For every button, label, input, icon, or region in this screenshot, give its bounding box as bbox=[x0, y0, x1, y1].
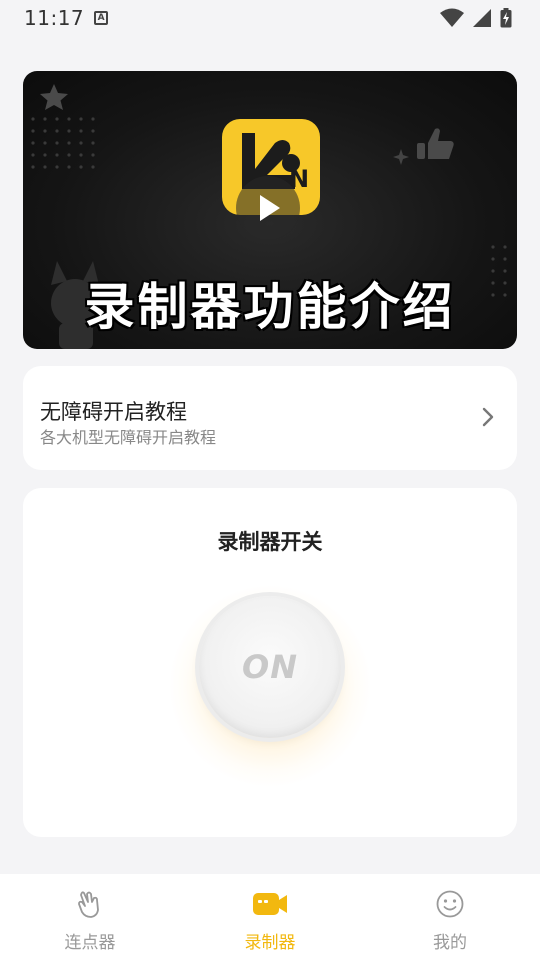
bottom-nav: 连点器 录制器 我的 bbox=[0, 874, 540, 960]
status-bar: 11:17 A bbox=[0, 0, 540, 36]
tutorial-title: 无障碍开启教程 bbox=[40, 400, 187, 424]
nav-label-clicker: 连点器 bbox=[64, 933, 116, 953]
app-screen: 11:17 A N 录制器功能介绍 无障碍开启教程 各大机型无障碍开启教程 录制… bbox=[0, 0, 540, 960]
status-right bbox=[440, 8, 512, 28]
nav-item-clicker[interactable]: 连点器 bbox=[0, 874, 180, 960]
nav-label-recorder: 录制器 bbox=[244, 933, 296, 953]
play-icon bbox=[236, 176, 300, 240]
recorder-title: 录制器开关 bbox=[217, 530, 323, 554]
toggle-label: ON bbox=[242, 648, 298, 686]
video-banner[interactable]: N 录制器功能介绍 bbox=[23, 71, 517, 349]
recorder-toggle-button[interactable]: ON bbox=[199, 596, 341, 738]
nav-label-profile: 我的 bbox=[433, 933, 467, 953]
chevron-right-icon bbox=[482, 407, 494, 427]
smile-face-icon bbox=[436, 890, 464, 918]
banner-title: 录制器功能介绍 bbox=[84, 278, 456, 336]
accessibility-tutorial-card[interactable]: 无障碍开启教程 各大机型无障碍开启教程 bbox=[23, 366, 517, 470]
tutorial-subtitle: 各大机型无障碍开启教程 bbox=[40, 428, 217, 447]
a-box-icon: A bbox=[94, 11, 109, 25]
recorder-switch-card: 录制器开关 ON bbox=[23, 488, 517, 837]
status-left: 11:17 A bbox=[24, 6, 109, 30]
hand-tap-icon bbox=[78, 891, 99, 918]
signal-icon bbox=[473, 9, 491, 27]
video-camera-icon bbox=[253, 893, 287, 915]
status-time: 11:17 bbox=[24, 6, 85, 30]
star-icon bbox=[40, 84, 68, 110]
battery-icon bbox=[500, 8, 512, 28]
nav-item-profile[interactable]: 我的 bbox=[360, 874, 540, 960]
nav-item-recorder[interactable]: 录制器 bbox=[180, 874, 360, 960]
thumbs-up-icon bbox=[417, 128, 454, 159]
wifi-icon bbox=[440, 8, 464, 27]
